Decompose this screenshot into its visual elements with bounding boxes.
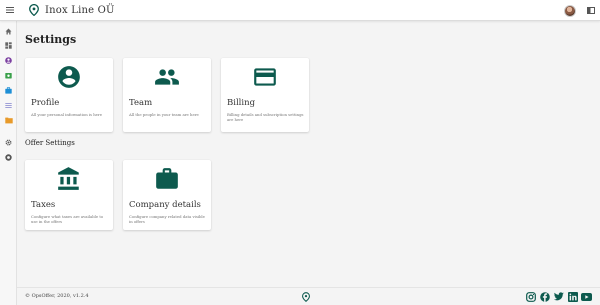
- sidebar-item-contacts[interactable]: [0, 54, 17, 66]
- team-card-description: All the people in your team are here: [129, 112, 199, 117]
- credit-card-icon: [221, 64, 309, 90]
- side-panel-icon[interactable]: [586, 0, 596, 21]
- user-circle-icon: [5, 56, 12, 64]
- billing-card-description: Billing details and subscription setting…: [227, 112, 304, 122]
- company-details-card-description: Configure company related data visible i…: [129, 214, 205, 224]
- bank-icon: [25, 166, 113, 192]
- copyright-text: © OpsOffer, 2020, v1.2.4: [25, 293, 89, 299]
- social-links: [525, 291, 592, 302]
- page-title: Settings: [25, 33, 77, 46]
- location-pin-icon[interactable]: [27, 0, 41, 21]
- hamburger-icon[interactable]: [1, 0, 19, 21]
- company-name[interactable]: Inox Line OÜ: [45, 5, 115, 16]
- footer: © OpsOffer, 2020, v1.2.4: [17, 287, 600, 305]
- money-icon: [5, 72, 12, 78]
- dashboard-icon: [5, 41, 12, 49]
- profile-card-title: Profile: [31, 98, 60, 108]
- footer-location-pin-icon: [300, 291, 312, 303]
- youtube-icon[interactable]: [581, 291, 592, 302]
- team-card-title: Team: [129, 98, 153, 108]
- team-card[interactable]: Team All the people in your team are her…: [123, 58, 211, 132]
- help-icon: [5, 153, 12, 161]
- sidebar-item-help[interactable]: [0, 151, 17, 163]
- billing-card-title: Billing: [227, 98, 256, 108]
- taxes-card-title: Taxes: [31, 200, 56, 210]
- folder-icon: [4, 117, 13, 123]
- sidebar-item-home[interactable]: [0, 25, 17, 37]
- home-icon: [5, 28, 12, 34]
- company-details-card-title: Company details: [129, 200, 201, 210]
- taxes-card-description: Configure what taxes are available to us…: [31, 214, 104, 224]
- billing-card[interactable]: Billing Billing details and subscription…: [221, 58, 309, 132]
- sidebar-nav: [0, 21, 17, 305]
- profile-card[interactable]: Profile All your personal information is…: [25, 58, 113, 132]
- instagram-icon[interactable]: [525, 291, 536, 302]
- gear-icon: [5, 139, 12, 145]
- sidebar-item-finance[interactable]: [0, 69, 17, 81]
- account-circle-icon: [25, 64, 113, 90]
- sidebar-item-offers[interactable]: [0, 84, 17, 96]
- profile-card-description: All your personal information is here: [31, 112, 102, 117]
- twitter-icon[interactable]: [553, 291, 564, 302]
- offer-settings-heading: Offer Settings: [25, 139, 75, 147]
- people-icon: [123, 64, 211, 90]
- user-avatar[interactable]: [564, 4, 576, 17]
- top-app-bar: Inox Line OÜ: [0, 0, 600, 21]
- linkedin-icon[interactable]: [567, 291, 578, 302]
- facebook-icon[interactable]: [539, 291, 550, 302]
- briefcase-icon: [5, 86, 12, 94]
- list-icon: [5, 102, 12, 108]
- sidebar-item-lists[interactable]: [0, 99, 17, 111]
- sidebar-item-dashboard[interactable]: [0, 39, 17, 51]
- work-briefcase-icon: [123, 166, 211, 192]
- sidebar-item-files[interactable]: [0, 114, 17, 126]
- company-details-card[interactable]: Company details Configure company relate…: [123, 160, 211, 230]
- taxes-card[interactable]: Taxes Configure what taxes are available…: [25, 160, 113, 230]
- main-content: Settings Profile All your personal infor…: [17, 21, 600, 287]
- sidebar-item-settings[interactable]: [0, 136, 17, 148]
